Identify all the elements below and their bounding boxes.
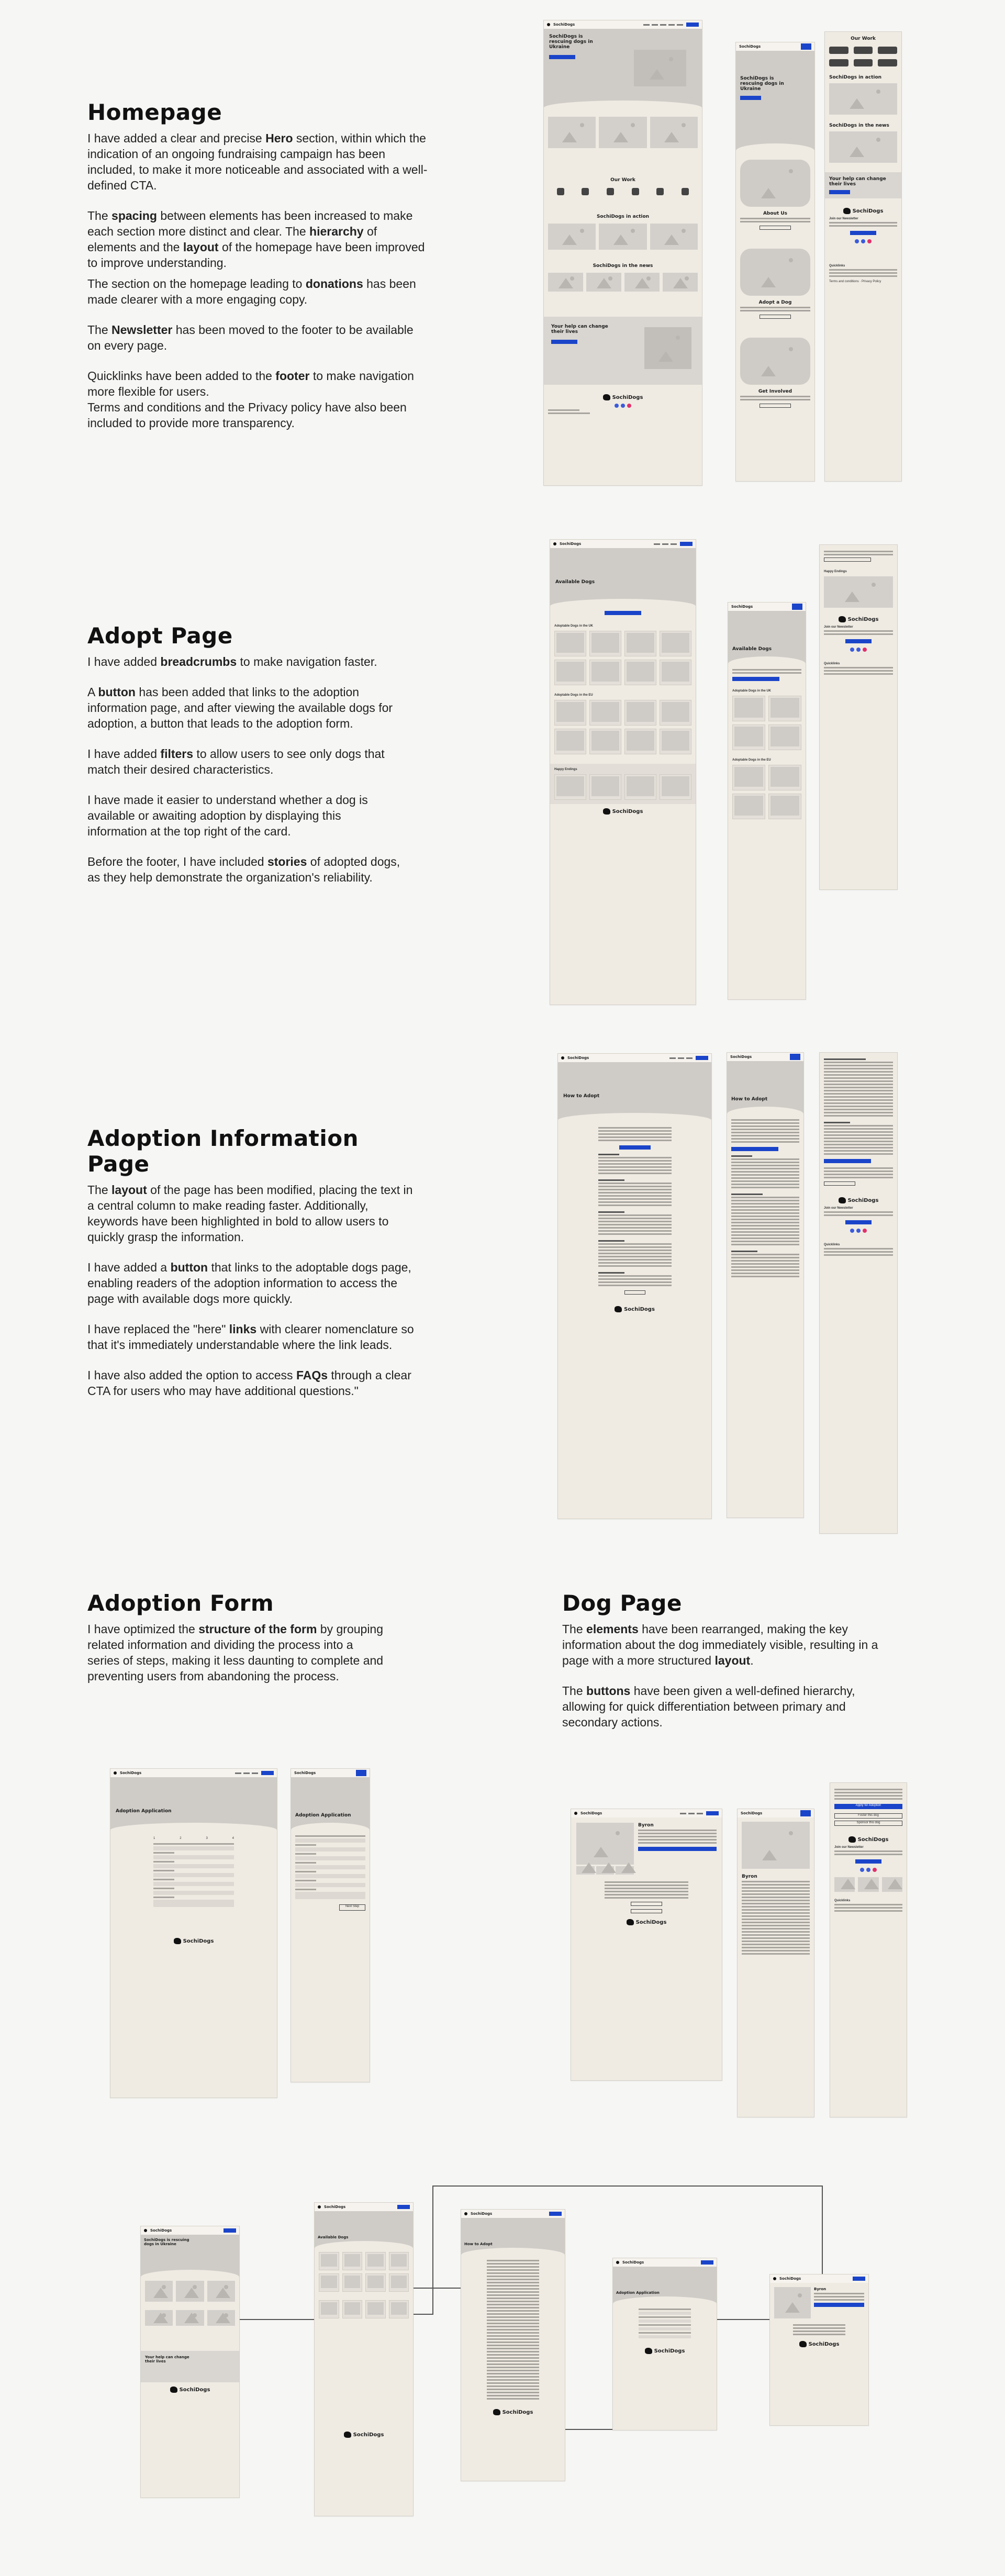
adoption-form-desktop-mockup: SochiDogs Adoption Application 1234 Soch… (110, 1768, 277, 2098)
dog-page-mobile-mockup-1: SochiDogs Byron (737, 1809, 814, 2117)
dog-page-title: Dog Page (562, 1590, 682, 1616)
adoption-info-desktop-mockup: SochiDogs How to Adopt SochiDogs (557, 1053, 712, 1519)
flow-homepage: SochiDogs SochiDogs is rescuing dogs in … (140, 2226, 240, 2498)
flow-dog-page: SochiDogs Byron SochiDogs (769, 2274, 869, 2426)
adoption-info-section: Adoption Information Page The layout of … (87, 1125, 422, 1413)
flow-adoption-info: SochiDogs How to Adopt SochiDogs (461, 2209, 565, 2481)
adopt-mobile-mockup-2: Happy Endings SochiDogs Join our Newslet… (819, 544, 898, 890)
homepage-paragraph-2: The spacing between elements has been in… (87, 209, 425, 270)
dog-page-paragraph-2: The buttons have been given a well-defin… (562, 1684, 855, 1729)
dog-page-section: Dog Page The elements have been rearrang… (562, 1590, 881, 1745)
adoption-info-paragraph-3: I have replaced the "here" links with cl… (87, 1322, 414, 1352)
flow-connector (432, 2185, 433, 2315)
flow-connector (240, 2319, 314, 2320)
adoption-form-title: Adoption Form (87, 1590, 274, 1616)
adoption-info-paragraph-1: The layout of the page has been modified… (87, 1183, 413, 1244)
flow-connector (717, 2319, 769, 2320)
homepage-paragraph-5: Quicklinks have been added to the footer… (87, 369, 414, 430)
adoption-info-paragraph-2: I have added a button that links to the … (87, 1261, 411, 1306)
flow-adopt: SochiDogs Available Dogs SochiDogs (314, 2202, 414, 2516)
dog-page-paragraph-1: The elements have been rearranged, makin… (562, 1622, 878, 1667)
adoption-form-section: Adoption Form I have optimized the struc… (87, 1590, 386, 1699)
flow-connector (414, 2314, 432, 2315)
dog-page-mobile-mockup-2: Apply for Adoption Foster this dog Spons… (830, 1782, 907, 2117)
adoption-form-paragraph-1: I have optimized the structure of the fo… (87, 1622, 384, 1683)
adopt-mobile-mockup-1: SochiDogs Available Dogs Adoptable Dogs … (728, 602, 806, 1000)
adoption-info-paragraph-4: I have also added the option to access F… (87, 1368, 411, 1398)
flow-connector (565, 2429, 612, 2430)
adopt-paragraph-5: Before the footer, I have included stori… (87, 855, 400, 884)
adopt-paragraph-3: I have added filters to allow users to s… (87, 747, 385, 776)
adopt-title: Adopt Page (87, 623, 233, 649)
adopt-section: Adopt Page I have added breadcrumbs to m… (87, 623, 401, 900)
dog-page-desktop-mockup: SochiDogs Byron SochiDogs (571, 1809, 722, 2081)
adoption-form-mobile-mockup: SochiDogs Adoption Application Next Step (291, 1768, 370, 2082)
adopt-paragraph-1: I have added breadcrumbs to make navigat… (87, 655, 377, 668)
mockup-hero: SochiDogs is rescuing dogs in Ukraine (544, 29, 702, 108)
flow-connector (822, 2185, 823, 2274)
adoption-info-title: Adoption Information Page (87, 1125, 359, 1177)
homepage-title: Homepage (87, 99, 222, 125)
flow-adoption-form: SochiDogs Adoption Application SochiDogs (612, 2258, 717, 2430)
adopt-desktop-mockup: SochiDogs Available Dogs Adoptable Dogs … (550, 539, 696, 1005)
adopt-paragraph-2: A button has been added that links to th… (87, 685, 393, 730)
adoption-info-mobile-mockup-2: SochiDogs Join our Newsletter Quicklinks (819, 1052, 898, 1534)
homepage-mobile-mockup-2: Our Work SochiDogs in action SochiDogs i… (824, 31, 902, 482)
adoption-info-mobile-mockup-1: SochiDogs How to Adopt (727, 1052, 804, 1518)
homepage-section: Homepage I have added a clear and precis… (87, 99, 428, 445)
flow-connector (414, 2288, 461, 2289)
homepage-paragraph-1: I have added a clear and precise Hero se… (87, 131, 428, 192)
homepage-mobile-mockup-1: SochiDogs SochiDogs is rescuing dogs in … (735, 42, 815, 482)
homepage-desktop-mockup: SochiDogs SochiDogs is rescuing dogs in … (543, 20, 702, 486)
homepage-paragraph-3: The section on the homepage leading to d… (87, 277, 416, 306)
adopt-paragraph-4: I have made it easier to understand whet… (87, 793, 368, 838)
mockup-nav: SochiDogs (544, 20, 702, 29)
homepage-paragraph-4: The Newsletter has been moved to the foo… (87, 323, 414, 352)
flow-connector (432, 2185, 822, 2187)
